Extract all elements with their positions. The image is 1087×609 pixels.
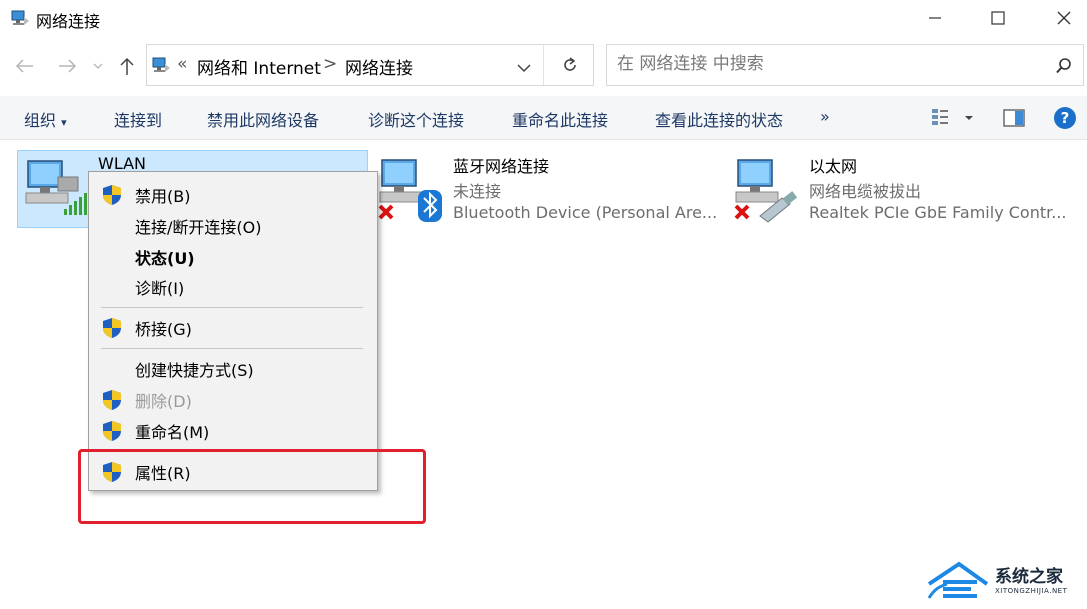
forward-arrow-icon [59, 59, 77, 73]
menu-item-label: 删除(D) [135, 392, 192, 411]
back-arrow-icon [15, 59, 33, 73]
search-icon[interactable] [1055, 57, 1073, 75]
organize-menu[interactable]: 组织 ▾ [24, 107, 67, 131]
watermark-subtitle: XITONGZHIJIA.NET [995, 587, 1068, 595]
network-connections-icon [11, 10, 29, 25]
maximize-button[interactable] [975, 0, 1021, 36]
menu-item-status[interactable]: 状态(U) [89, 243, 377, 271]
menu-item-disable[interactable]: 禁用(B) [89, 181, 377, 209]
diagnose-button[interactable]: 诊断这个连接 [368, 107, 464, 131]
menu-separator [101, 348, 363, 349]
connection-bluetooth[interactable]: 蓝牙网络连接 未连接 Bluetooth Device (Personal Ar… [374, 150, 719, 228]
menu-item-diagnose[interactable]: 诊断(I) [89, 273, 377, 301]
menu-item-label: 创建快捷方式(S) [135, 361, 254, 380]
minimize-icon [929, 17, 941, 19]
breadcrumb-network-internet[interactable]: 网络和 Internet [197, 54, 321, 79]
up-arrow-icon [120, 57, 134, 75]
uac-shield-icon [103, 390, 121, 410]
organize-label: 组织 [24, 111, 57, 130]
dropdown-arrow-icon: ▾ [61, 116, 67, 129]
bluetooth-adapter-icon [378, 159, 442, 222]
svg-text:?: ? [1061, 109, 1070, 127]
uac-shield-icon [103, 318, 121, 338]
chevron-down-icon [517, 64, 531, 73]
forward-button[interactable] [54, 52, 80, 80]
connection-device: Realtek PCIe GbE Family Contr... [809, 203, 1067, 222]
search-box[interactable] [606, 44, 1084, 86]
rename-button[interactable]: 重命名此连接 [512, 107, 608, 131]
connection-name: 以太网 [809, 157, 858, 176]
menu-item-label: 诊断(I) [135, 279, 185, 298]
recent-locations-button[interactable] [90, 52, 106, 80]
watermark-title: 系统之家 [995, 567, 1063, 587]
navigation-row: « 网络和 Internet > 网络连接 [0, 40, 1087, 92]
menu-item-label: 禁用(B) [135, 187, 191, 206]
uac-shield-icon [103, 421, 121, 441]
window-title: 网络连接 [36, 12, 101, 31]
menu-item-create-shortcut[interactable]: 创建快捷方式(S) [89, 355, 377, 383]
refresh-button[interactable] [561, 56, 579, 79]
more-commands-button[interactable]: » [820, 107, 830, 126]
view-status-button[interactable]: 查看此连接的状态 [655, 107, 783, 131]
minimize-button[interactable] [912, 0, 958, 36]
title-bar: 网络连接 [0, 0, 1087, 38]
divider [543, 45, 544, 85]
view-options-icon [932, 109, 973, 125]
address-dropdown-button[interactable] [517, 58, 531, 78]
preview-pane-button[interactable] [1003, 108, 1025, 132]
highlight-annotation [78, 449, 426, 524]
preview-pane-icon [1003, 109, 1025, 127]
menu-item-bridge[interactable]: 桥接(G) [89, 314, 377, 342]
change-view-button[interactable] [930, 107, 974, 133]
refresh-icon [564, 57, 576, 71]
menu-item-delete: 删除(D) [89, 386, 377, 414]
breadcrumb-overflow[interactable]: « [177, 54, 187, 74]
wifi-adapter-icon [25, 160, 87, 215]
connect-to-button[interactable]: 连接到 [114, 107, 162, 131]
menu-item-label: 状态(U) [135, 249, 195, 268]
menu-item-label: 连接/断开连接(O) [135, 218, 262, 237]
ethernet-adapter-icon [734, 159, 798, 223]
command-bar: 组织 ▾ 连接到 禁用此网络设备 诊断这个连接 重命名此连接 查看此连接的状态 … [0, 96, 1087, 140]
watermark: 系统之家 XITONGZHIJIA.NET [925, 558, 1080, 604]
back-button[interactable] [12, 52, 38, 80]
up-button[interactable] [114, 52, 140, 80]
address-bar[interactable]: « 网络和 Internet > 网络连接 [146, 44, 594, 86]
disable-device-button[interactable]: 禁用此网络设备 [207, 107, 319, 131]
menu-item-label: 重命名(M) [135, 423, 210, 442]
connection-status: 网络电缆被拔出 [809, 182, 922, 201]
help-icon: ? [1054, 107, 1076, 129]
breadcrumb-network-connections[interactable]: 网络连接 [345, 54, 413, 79]
context-menu: 禁用(B) 连接/断开连接(O) 状态(U) 诊断(I) 桥接(G) 创建快捷方… [88, 171, 378, 491]
breadcrumb-separator[interactable]: > [323, 54, 337, 74]
search-input[interactable] [607, 45, 1027, 83]
connection-status: 未连接 [453, 182, 502, 201]
watermark-logo-icon [927, 561, 989, 599]
uac-shield-icon [103, 185, 121, 205]
chevron-down-icon [93, 63, 103, 69]
connection-name: 蓝牙网络连接 [453, 157, 550, 176]
close-icon [1057, 11, 1071, 25]
network-connections-icon [152, 57, 170, 72]
menu-item-connect-disconnect[interactable]: 连接/断开连接(O) [89, 212, 377, 240]
connection-ethernet[interactable]: 以太网 网络电缆被拔出 Realtek PCIe GbE Family Cont… [730, 150, 1080, 228]
menu-item-label: 桥接(G) [135, 320, 192, 339]
help-button[interactable]: ? [1053, 106, 1077, 134]
menu-item-rename[interactable]: 重命名(M) [89, 417, 377, 445]
connection-device: Bluetooth Device (Personal Are... [453, 203, 718, 222]
close-button[interactable] [1041, 0, 1087, 36]
maximize-icon [991, 11, 1005, 25]
menu-separator [101, 307, 363, 308]
